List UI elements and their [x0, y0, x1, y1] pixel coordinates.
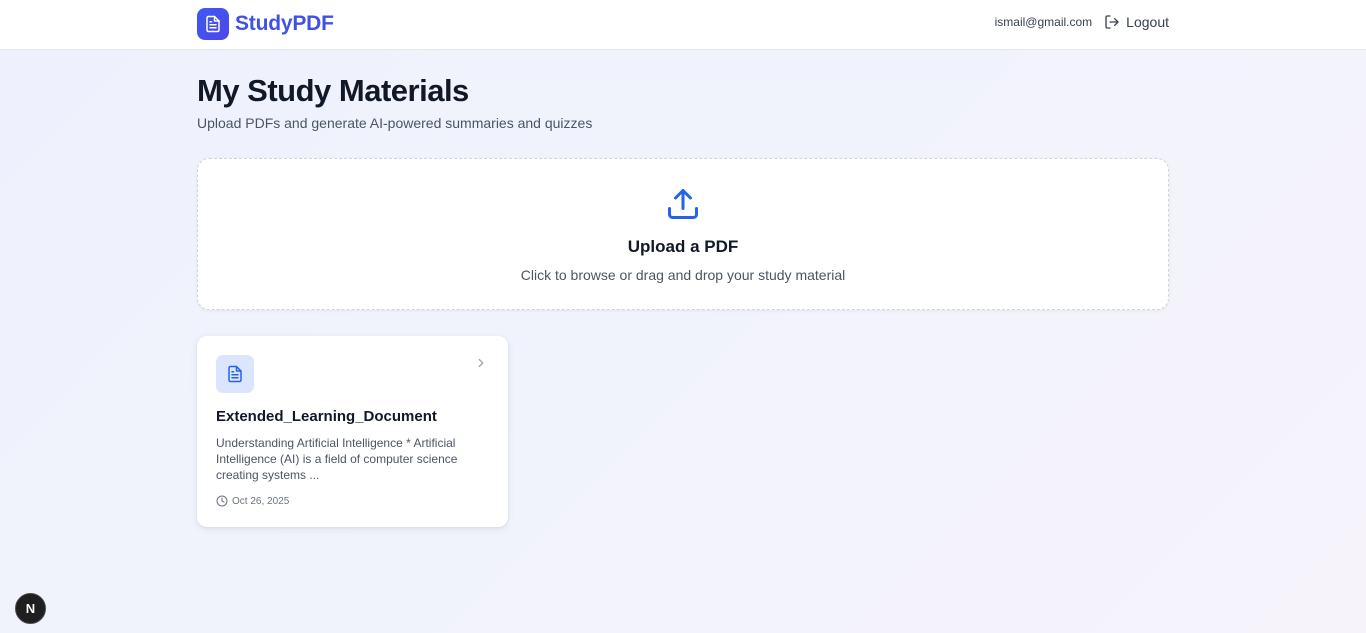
upload-icon — [668, 189, 698, 219]
document-icon — [197, 8, 229, 40]
upload-hint: Click to browse or drag and drop your st… — [520, 267, 846, 283]
dev-tools-badge[interactable]: N — [15, 593, 46, 624]
document-card[interactable]: Extended_Learning_Document Understanding… — [197, 336, 508, 527]
user-area: ismail@gmail.com Logout — [995, 14, 1169, 30]
logout-button[interactable]: Logout — [1104, 14, 1169, 30]
user-email: ismail@gmail.com — [994, 15, 1093, 29]
dev-badge-label: N — [25, 601, 36, 616]
document-title: Extended_Learning_Document — [216, 408, 437, 425]
document-date: Oct 26, 2025 — [216, 495, 289, 507]
page-subtitle: Upload PDFs and generate AI-powered summ… — [197, 115, 593, 131]
logout-icon — [1105, 15, 1119, 29]
document-date-text: Oct 26, 2025 — [232, 495, 290, 507]
clock-icon — [216, 495, 228, 507]
page-title: My Study Materials — [197, 73, 469, 108]
brand[interactable]: StudyPDF — [197, 8, 334, 40]
logout-label: Logout — [1126, 14, 1169, 30]
top-navbar: StudyPDF ismail@gmail.com Logout — [0, 0, 1366, 50]
document-excerpt: Understanding Artificial Intelligence * … — [216, 436, 458, 482]
upload-title: Upload a PDF — [627, 237, 739, 256]
chevron-right-icon — [478, 358, 484, 368]
file-text-icon — [216, 355, 254, 393]
pdf-upload-dropzone[interactable]: Upload a PDF Click to browse or drag and… — [197, 158, 1169, 310]
brand-name: StudyPDF — [235, 12, 334, 35]
